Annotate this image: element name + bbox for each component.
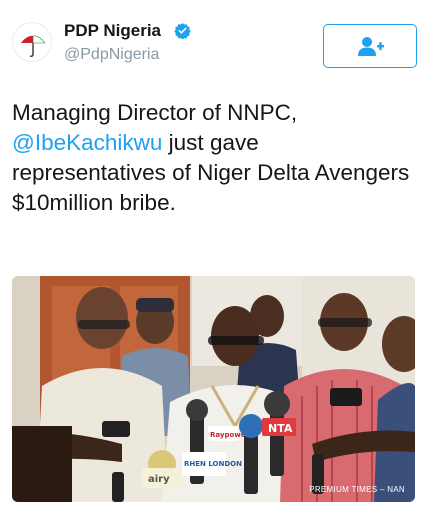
pdp-umbrella-logo (21, 35, 46, 57)
avatar[interactable] (12, 22, 52, 62)
tweet-photo[interactable]: Raypower NTA RHEN LONDON airy PREMIUM TI… (12, 276, 415, 502)
follow-button[interactable] (323, 24, 417, 68)
tweet-text: Managing Director of NNPC, @IbeKachikwu … (12, 98, 412, 218)
press-photo: Raypower NTA RHEN LONDON airy (12, 276, 415, 502)
mic-label-nta: NTA (268, 422, 293, 435)
mic-label-rhen: RHEN LONDON (184, 460, 242, 468)
add-user-icon (358, 37, 384, 56)
tweet-text-part1: Managing Director of NNPC, (12, 100, 298, 125)
tweet-header: PDP Nigeria @PdpNigeria (0, 0, 424, 80)
mention-link[interactable]: @IbeKachikwu (12, 130, 162, 155)
verified-badge-icon (174, 23, 191, 39)
display-name[interactable]: PDP Nigeria (64, 21, 161, 41)
user-handle[interactable]: @PdpNigeria (64, 46, 159, 64)
photo-credit: PREMIUM TIMES – NAN (309, 485, 405, 494)
mic-label-airy: airy (148, 474, 170, 485)
